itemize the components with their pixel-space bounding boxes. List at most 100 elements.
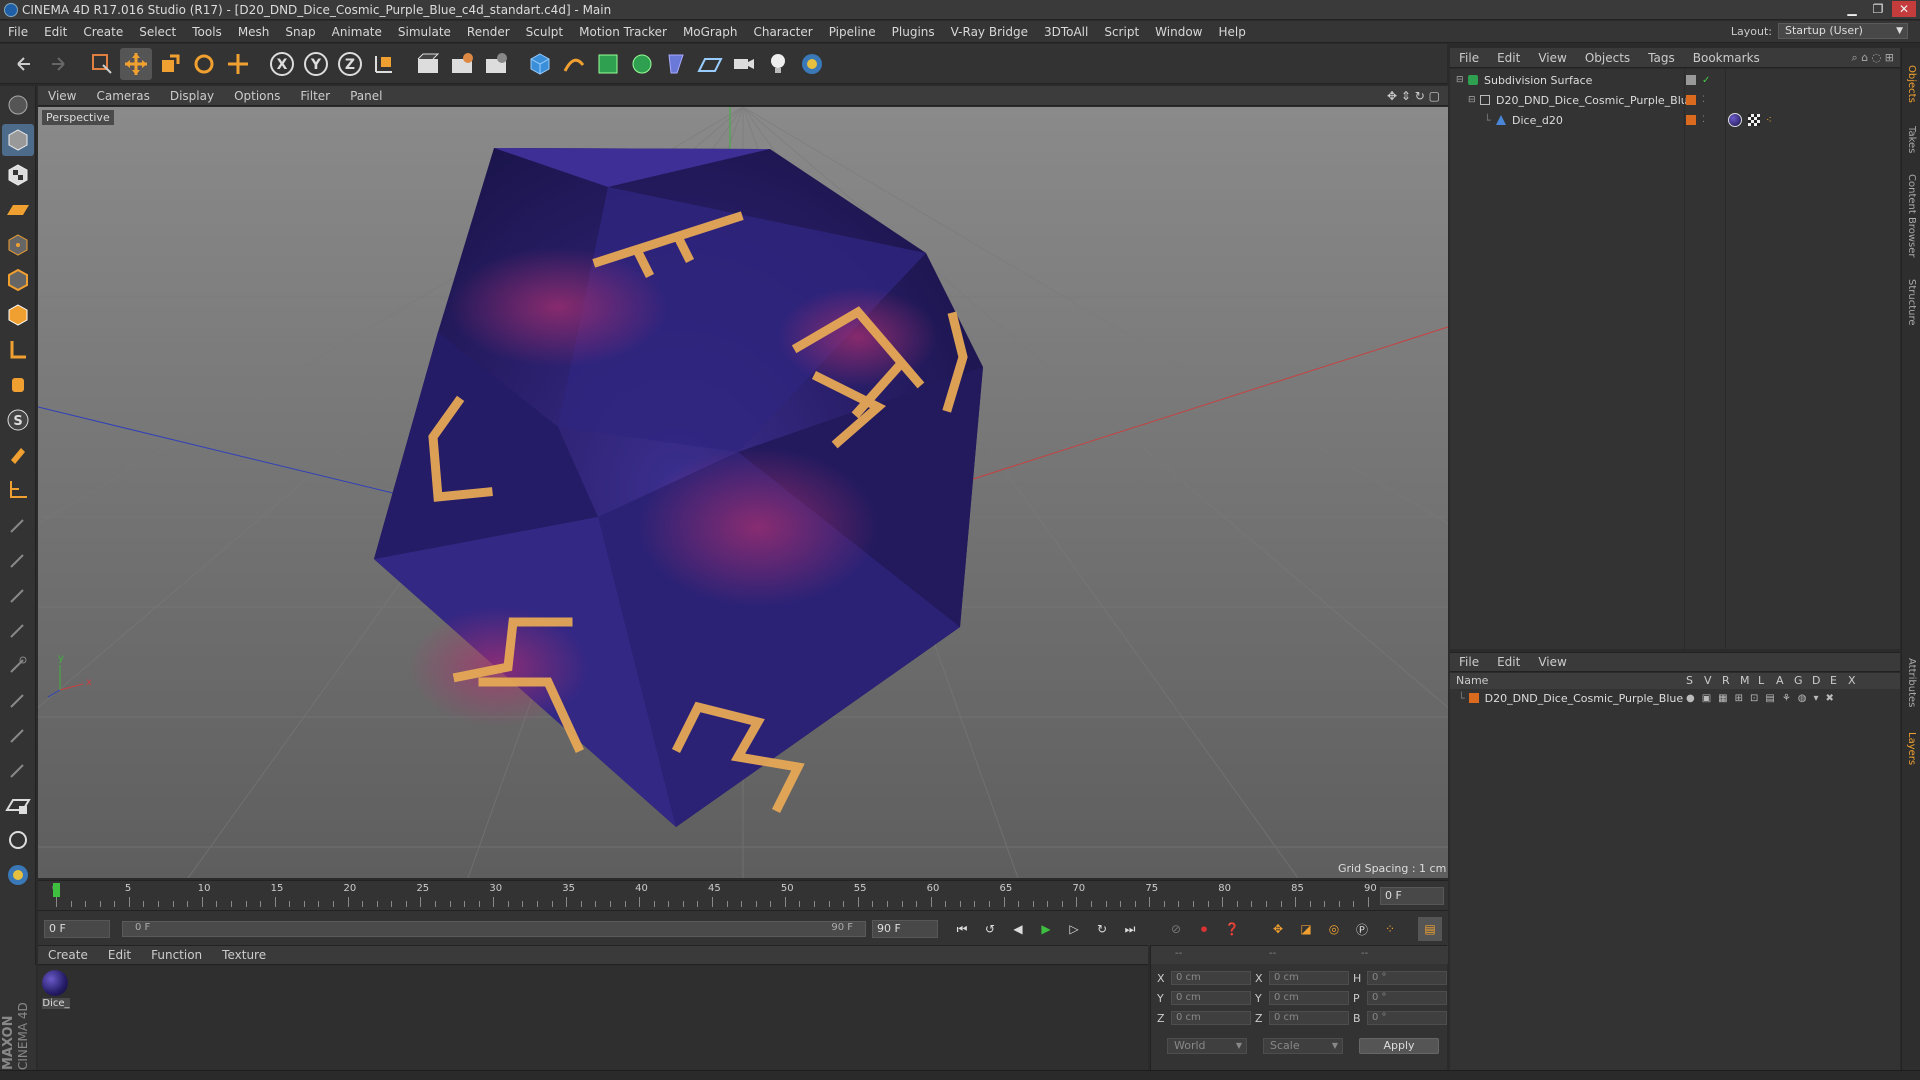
material-thumbnail[interactable]: Dice_ (42, 970, 70, 1009)
apply-button[interactable]: Apply (1359, 1038, 1439, 1054)
sculpt-smooth-button[interactable] (2, 614, 34, 646)
tab-objects[interactable]: Objects (1904, 54, 1919, 114)
pos-z-field[interactable]: 0 cm (1171, 1011, 1251, 1025)
axis-mode-button[interactable] (2, 334, 34, 366)
tab-layers[interactable]: Layers (1904, 724, 1919, 774)
autokey-button[interactable]: ❓ (1220, 917, 1244, 941)
size-x-field[interactable]: 0 cm (1269, 971, 1349, 985)
tab-attributes[interactable]: Attributes (1904, 648, 1919, 718)
tab-content-browser[interactable]: Content Browser (1904, 166, 1919, 266)
coordinate-system-button[interactable] (368, 48, 400, 80)
material-menu-function[interactable]: Function (141, 948, 212, 962)
phong-tag-icon[interactable]: ⁖ (1766, 115, 1772, 126)
viewport-menu-panel[interactable]: Panel (340, 89, 392, 103)
start-frame-field[interactable]: 0 F (44, 920, 110, 938)
menu-pipeline[interactable]: Pipeline (821, 25, 884, 39)
tree-row-subdivision-surface[interactable]: ⊟ Subdivision Surface ✓ (1450, 71, 1900, 89)
redo-button[interactable] (42, 48, 74, 80)
python-button[interactable] (796, 48, 828, 80)
sculpt-pull-button[interactable] (2, 544, 34, 576)
layer-toggle-icons[interactable]: ●▣▦⊞⊡▤⚘◍▾✖ (1686, 693, 1841, 704)
recent-tool-button[interactable] (222, 48, 254, 80)
layout-dropdown[interactable]: Startup (User) ▼ (1778, 23, 1908, 39)
light-button[interactable] (762, 48, 794, 80)
menu-create[interactable]: Create (75, 25, 131, 39)
sculpt-grab-button[interactable] (2, 579, 34, 611)
snap-button[interactable]: S (2, 404, 34, 436)
object-menu-file[interactable]: File (1450, 51, 1488, 65)
play-button[interactable]: ▶ (1034, 917, 1058, 941)
go-to-end-button[interactable]: ⏭ (1118, 917, 1142, 941)
rot-b-field[interactable]: 0 ° (1367, 1011, 1447, 1025)
menu-mesh[interactable]: Mesh (230, 25, 278, 39)
tab-takes[interactable]: Takes (1904, 120, 1919, 160)
menu-script[interactable]: Script (1096, 25, 1147, 39)
scale-button[interactable] (154, 48, 186, 80)
layer-menu-edit[interactable]: Edit (1488, 655, 1529, 669)
size-z-field[interactable]: 0 cm (1269, 1011, 1349, 1025)
record-button[interactable]: ⏺ (1192, 917, 1216, 941)
menu-sculpt[interactable]: Sculpt (518, 25, 571, 39)
pos-x-field[interactable]: 0 cm (1171, 971, 1251, 985)
close-button[interactable]: ✕ (1892, 1, 1916, 17)
object-menu-objects[interactable]: Objects (1576, 51, 1639, 65)
uvw-tag-icon[interactable] (1748, 114, 1760, 126)
timeline-window-button[interactable]: ▤ (1418, 917, 1442, 941)
live-selection-button[interactable] (86, 48, 118, 80)
material-menu-texture[interactable]: Texture (212, 948, 276, 962)
key-scale-button[interactable]: ◪ (1294, 917, 1318, 941)
sculpt-knife-button[interactable] (2, 719, 34, 751)
menu-tools[interactable]: Tools (184, 25, 230, 39)
menu-select[interactable]: Select (131, 25, 184, 39)
make-editable-button[interactable] (2, 89, 34, 121)
layer-menu-file[interactable]: File (1450, 655, 1488, 669)
viewport-menu-options[interactable]: Options (224, 89, 290, 103)
menu-animate[interactable]: Animate (324, 25, 390, 39)
deformer-button[interactable] (660, 48, 692, 80)
material-menu-edit[interactable]: Edit (98, 948, 141, 962)
menu-simulate[interactable]: Simulate (390, 25, 459, 39)
sculpt-mask-button[interactable] (2, 754, 34, 786)
model-mode-button[interactable] (2, 124, 34, 156)
coordinate-space-dropdown[interactable]: World ▼ (1167, 1038, 1247, 1054)
next-frame-button[interactable]: ▷ (1062, 917, 1086, 941)
minimize-button[interactable]: ▁ (1840, 1, 1864, 17)
magnet-button[interactable] (2, 439, 34, 471)
menu-file[interactable]: File (0, 25, 36, 39)
undo-button[interactable] (8, 48, 40, 80)
render-settings-button[interactable] (480, 48, 512, 80)
rot-p-field[interactable]: 0 ° (1367, 991, 1447, 1005)
transform-mode-dropdown[interactable]: Scale ▼ (1263, 1038, 1343, 1054)
frame-range-slider[interactable]: 0 F 90 F (122, 921, 866, 937)
sculpt-brush-button[interactable] (2, 509, 34, 541)
menu-render[interactable]: Render (459, 25, 518, 39)
y-axis-button[interactable]: Y (300, 48, 332, 80)
viewport-menu-cameras[interactable]: Cameras (86, 89, 159, 103)
rotate-button[interactable] (188, 48, 220, 80)
spline-pen-button[interactable] (558, 48, 590, 80)
key-parameter-button[interactable]: Ⓟ (1350, 917, 1374, 941)
camera-button[interactable] (728, 48, 760, 80)
object-manager-tools[interactable]: ⌕ ⌂ ◌ ⊞ (1852, 51, 1894, 65)
menu-edit[interactable]: Edit (36, 25, 75, 39)
z-axis-button[interactable]: Z (334, 48, 366, 80)
object-menu-edit[interactable]: Edit (1488, 51, 1529, 65)
layer-row[interactable]: └ D20_DND_Dice_Cosmic_Purple_Blue ●▣▦⊞⊡▤… (1450, 690, 1900, 706)
maximize-button[interactable]: ❐ (1866, 1, 1890, 17)
sculpt-inflate-button[interactable] (2, 649, 34, 681)
menu-window[interactable]: Window (1147, 25, 1210, 39)
array-button[interactable] (626, 48, 658, 80)
viewport-menu-filter[interactable]: Filter (290, 89, 340, 103)
tree-row-dice-d20[interactable]: └ Dice_d20 ⁚ ⁖ (1450, 111, 1900, 129)
sculpt-flatten-button[interactable] (2, 684, 34, 716)
menu-plugins[interactable]: Plugins (884, 25, 943, 39)
python-script-button[interactable] (2, 859, 34, 891)
next-key-button[interactable]: ↻ (1090, 917, 1114, 941)
workplane-mode-button[interactable] (2, 194, 34, 226)
edges-mode-button[interactable] (2, 264, 34, 296)
menu-help[interactable]: Help (1210, 25, 1253, 39)
viewport-menu-view[interactable]: View (38, 89, 86, 103)
3d-viewport[interactable]: y x (38, 107, 1448, 878)
layer-color-swatch[interactable] (1468, 693, 1479, 703)
material-menu-create[interactable]: Create (38, 948, 98, 962)
